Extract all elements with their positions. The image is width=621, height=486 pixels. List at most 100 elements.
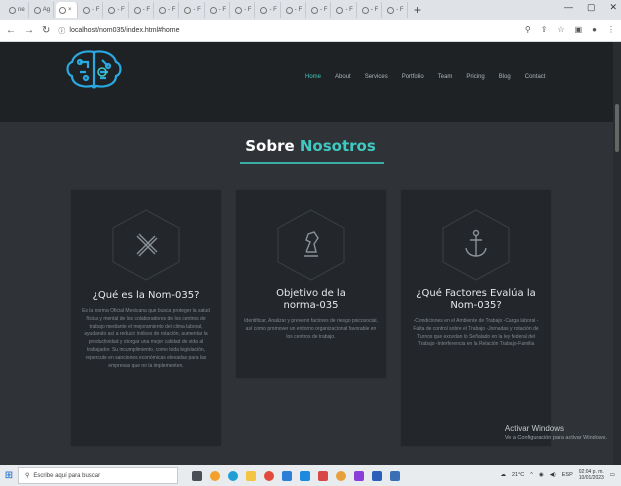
tab-favicon-icon	[133, 6, 141, 14]
tab-favicon-icon	[33, 6, 41, 14]
app-icon[interactable]	[390, 470, 400, 481]
website-viewport: Home About Services Portfolio Team Pricing Blo…	[0, 42, 621, 465]
nav-link-portfolio[interactable]: Portfolio	[402, 74, 424, 80]
windows-start-icon[interactable]: ⊞	[0, 470, 18, 481]
forward-arrow-icon[interactable]: →	[24, 25, 34, 36]
activation-subtitle: Ve a Configuración para activar Windows.	[504, 435, 607, 441]
tab-label: - F	[218, 7, 227, 13]
minimize-button[interactable]: —	[564, 2, 573, 13]
bookmark-star-icon[interactable]: ☆	[557, 25, 564, 34]
chevron-up-icon[interactable]: ^	[530, 472, 533, 478]
notification-icon[interactable]: ▭	[610, 472, 615, 478]
tab-favicon-icon	[159, 6, 167, 14]
browser-tab[interactable]: - F	[384, 2, 408, 18]
nav-link-pricing[interactable]: Pricing	[466, 74, 484, 80]
reload-icon[interactable]: ↻	[42, 25, 50, 36]
close-window-button[interactable]: ✕	[609, 2, 617, 13]
tab-label: - F	[320, 7, 328, 13]
card-2-text: Identificar, Analizar y prevenir factore…	[244, 318, 378, 340]
tab-label: - F	[168, 7, 176, 13]
nav-link-services[interactable]: Services	[365, 74, 388, 80]
browser-tab[interactable]: - F	[156, 2, 180, 18]
windows-taskbar: ⊞ ⚲ Escribe aquí para buscar ☁ 21°C ^ ◉ …	[0, 465, 621, 486]
tab-favicon-icon	[387, 6, 395, 14]
url-field[interactable]: ⓘ localhost/nom035/index.html#home	[58, 26, 179, 36]
file-explorer-icon[interactable]	[246, 470, 256, 481]
scrollbar-thumb[interactable]	[615, 104, 619, 152]
weather-temp[interactable]: 21°C	[512, 472, 524, 478]
tab-favicon-icon	[361, 6, 369, 14]
tab-label: - F	[370, 7, 379, 13]
network-icon[interactable]: ◉	[539, 472, 544, 478]
search-icon[interactable]: ⚲	[525, 25, 531, 34]
browser-tab[interactable]: - F	[232, 2, 256, 18]
tab-favicon-icon	[59, 6, 67, 14]
browser-tab[interactable]: - F	[308, 2, 332, 18]
search-icon: ⚲	[25, 473, 30, 479]
card-2-title: Objetivo de la norma-035	[276, 288, 346, 311]
browser-tab[interactable]: - F	[131, 2, 155, 18]
info-icon[interactable]: ⓘ	[58, 26, 65, 36]
browser-tab[interactable]: - F	[283, 2, 307, 18]
task-view-icon[interactable]	[192, 470, 202, 481]
url-text[interactable]: localhost/nom035/index.html#home	[69, 27, 179, 34]
clock[interactable]: 02:04 p. m. 10/01/2023	[579, 469, 604, 481]
nav-link-about[interactable]: About	[335, 74, 351, 80]
card-objetivo: Objetivo de la norma-035 Identificar, An…	[235, 189, 387, 379]
brain-logo-icon[interactable]	[62, 48, 126, 92]
language-indicator[interactable]: ESP	[562, 472, 573, 478]
edge-icon[interactable]	[228, 470, 238, 481]
store-icon[interactable]	[282, 470, 292, 481]
tab-label: - F	[345, 7, 353, 13]
app-icon[interactable]	[210, 470, 220, 481]
sidebar-icon[interactable]: ▣	[575, 25, 583, 34]
taskbar-apps	[192, 470, 400, 481]
section-title-word-2: Nosotros	[299, 137, 376, 155]
chrome-icon[interactable]	[264, 470, 274, 481]
profile-icon[interactable]: ●	[592, 25, 597, 34]
site-nav-menu: Home About Services Portfolio Team Pricing Blo…	[305, 74, 545, 80]
browser-tab[interactable]: Ag	[31, 2, 55, 18]
taskbar-search[interactable]: ⚲ Escribe aquí para buscar	[18, 467, 178, 484]
nav-link-team[interactable]: Team	[438, 74, 453, 80]
nav-link-home[interactable]: Home	[305, 74, 321, 80]
tab-favicon-icon	[285, 6, 293, 14]
word-icon[interactable]	[372, 470, 382, 481]
card-3-title: ¿Qué Factores Evalúa la Nom-035?	[416, 288, 536, 311]
chrome-icon[interactable]	[336, 470, 346, 481]
browser-tab[interactable]: - F	[359, 2, 383, 18]
back-arrow-icon[interactable]: ←	[6, 25, 16, 36]
tab-favicon-icon	[83, 6, 91, 14]
vscode-icon[interactable]	[300, 470, 310, 481]
maximize-button[interactable]: ▢	[587, 2, 596, 13]
browser-tab[interactable]: - F	[80, 2, 104, 18]
browser-tab[interactable]: - F	[257, 2, 281, 18]
browser-tab[interactable]: - F	[181, 2, 205, 18]
tab-label: ne	[18, 7, 25, 13]
activation-title: Activar Windows	[504, 424, 565, 433]
browser-tab[interactable]: ne	[6, 2, 29, 18]
card-3-text: -Condiciones en el Ambiente de Trabajo -…	[413, 318, 539, 348]
weather-icon[interactable]: ☁	[500, 472, 506, 478]
browser-tab[interactable]: - F	[105, 2, 129, 18]
page-scrollbar[interactable]	[613, 42, 621, 465]
tab-label: - F	[396, 7, 404, 13]
tab-favicon-icon	[9, 6, 16, 14]
new-tab-button[interactable]: +	[410, 3, 426, 17]
site-header: Home About Services Portfolio Team Pricing Blo…	[0, 42, 621, 122]
share-icon[interactable]: ⇪	[541, 25, 548, 34]
volume-icon[interactable]: ◀)	[550, 472, 556, 478]
pencil-ruler-icon	[112, 209, 180, 281]
browser-tab[interactable]: - F	[333, 2, 357, 18]
browser-tab[interactable]: - F	[207, 2, 231, 18]
app-icon[interactable]	[318, 470, 328, 481]
clock-date: 10/01/2023	[578, 475, 604, 481]
tab-label: - F	[193, 7, 201, 13]
browser-tab[interactable]: ×	[56, 2, 79, 18]
nav-link-blog[interactable]: Blog	[499, 74, 511, 80]
app-icon[interactable]	[354, 470, 364, 481]
tab-label: ×	[68, 7, 72, 13]
tab-favicon-icon	[209, 6, 217, 14]
menu-kebab-icon[interactable]: ⋮	[607, 25, 615, 34]
nav-link-contact[interactable]: Contact	[525, 74, 546, 80]
